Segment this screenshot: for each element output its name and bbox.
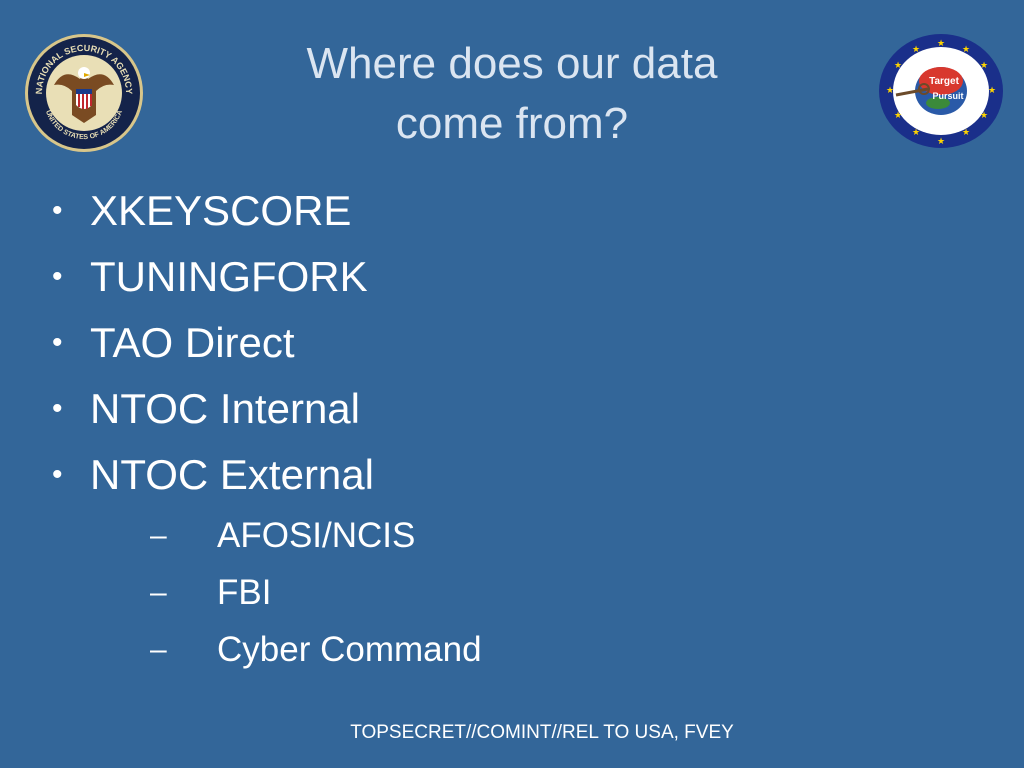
subbullet-item: – FBI xyxy=(150,567,750,624)
bullet-dot-icon: • xyxy=(52,392,63,425)
subbullet-list: – AFOSI/NCIS – FBI – Cyber Command xyxy=(150,510,750,681)
target-pursuit-logo-icon: ★ ★ ★ ★ ★ ★ ★ ★ ★ ★ ★ ★ Target Pursuit xyxy=(878,33,1004,149)
bullet-text: NTOC External xyxy=(90,451,374,498)
slide-title-line-1: Where does our data xyxy=(306,39,718,88)
bullet-item: • TUNINGFORK xyxy=(52,244,752,310)
svg-text:Target: Target xyxy=(929,76,959,87)
bullet-dot-icon: • xyxy=(52,326,63,359)
bullet-dot-icon: • xyxy=(52,260,63,293)
subbullet-text: FBI xyxy=(217,573,272,612)
svg-text:★: ★ xyxy=(962,128,970,138)
bullet-item: • XKEYSCORE xyxy=(52,178,752,244)
bullet-text: TUNINGFORK xyxy=(90,253,368,300)
svg-text:★: ★ xyxy=(962,45,970,55)
svg-text:★: ★ xyxy=(886,86,894,96)
slide-title-line-2: come from? xyxy=(395,99,629,148)
bullet-item: • TAO Direct xyxy=(52,310,752,376)
dash-icon: – xyxy=(150,633,167,666)
svg-text:★: ★ xyxy=(894,61,902,71)
bullet-item: • NTOC Internal xyxy=(52,376,752,442)
bullet-dot-icon: • xyxy=(52,458,63,491)
classification-marking: TOPSECRET//COMINT//REL TO USA, FVEY xyxy=(350,722,734,743)
bullet-item: • NTOC External xyxy=(52,442,752,508)
svg-text:★: ★ xyxy=(912,128,920,138)
svg-text:★: ★ xyxy=(980,111,988,121)
subbullet-text: Cyber Command xyxy=(217,630,482,669)
svg-text:★: ★ xyxy=(912,45,920,55)
bullet-dot-icon: • xyxy=(52,194,63,227)
dash-icon: – xyxy=(150,576,167,609)
svg-text:★: ★ xyxy=(894,111,902,121)
bullet-text: TAO Direct xyxy=(90,319,295,366)
bullet-list: • XKEYSCORE • TUNINGFORK • TAO Direct • … xyxy=(52,178,752,508)
svg-text:★: ★ xyxy=(937,137,945,147)
bullet-text: XKEYSCORE xyxy=(90,187,352,234)
dash-icon: – xyxy=(150,519,167,552)
svg-text:★: ★ xyxy=(980,61,988,71)
subbullet-item: – Cyber Command xyxy=(150,624,750,681)
svg-text:★: ★ xyxy=(937,39,945,49)
nsa-seal-icon: NATIONAL SECURITY AGENCY UNITED STATES O… xyxy=(24,33,144,153)
slide-title: Where does our data come from? xyxy=(230,34,794,154)
slide: NATIONAL SECURITY AGENCY UNITED STATES O… xyxy=(0,0,1024,768)
subbullet-item: – AFOSI/NCIS xyxy=(150,510,750,567)
svg-text:Pursuit: Pursuit xyxy=(932,91,963,101)
svg-text:★: ★ xyxy=(988,86,996,96)
bullet-text: NTOC Internal xyxy=(90,385,360,432)
subbullet-text: AFOSI/NCIS xyxy=(217,516,416,555)
